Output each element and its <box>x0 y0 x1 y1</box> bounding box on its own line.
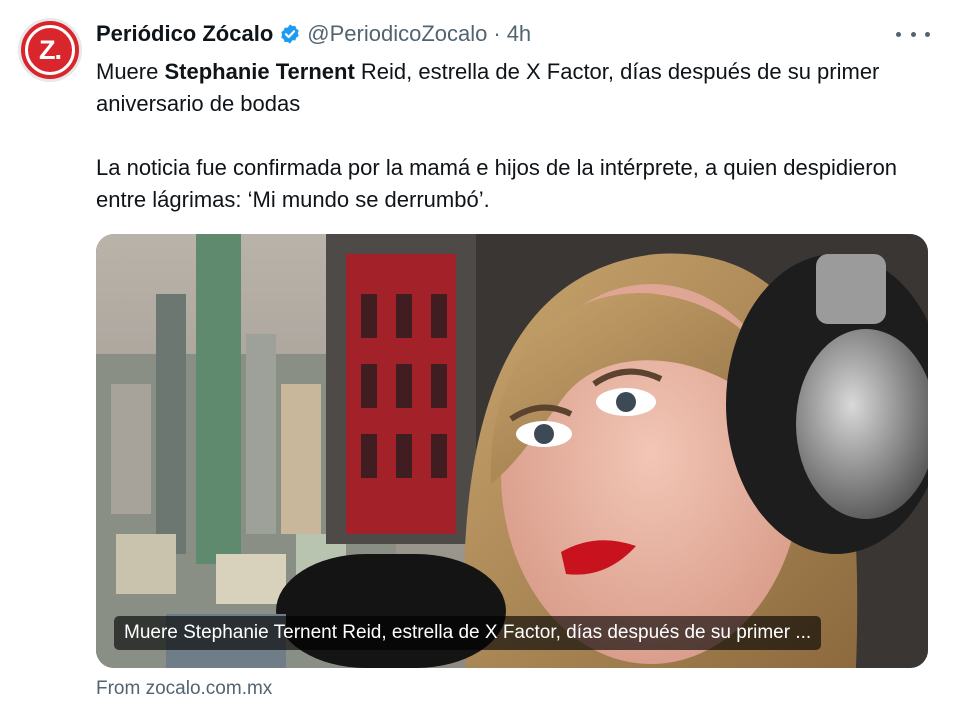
tweet-text: Muere Stephanie Ternent Reid, estrella d… <box>96 56 916 216</box>
tweet-text-part: Muere <box>96 59 165 84</box>
avatar[interactable]: Z. <box>18 18 82 82</box>
separator-dot: · <box>493 21 501 46</box>
avatar-logo: Z. <box>25 25 75 75</box>
more-dot <box>910 31 916 37</box>
tweet-header: Periódico Zócalo @PeriodicoZocalo · 4h <box>96 18 531 50</box>
tweet-paragraph-2: La noticia fue confirmada por la mamá e … <box>96 155 898 212</box>
verified-badge-icon[interactable] <box>279 23 301 45</box>
handle[interactable]: @PeriodicoZocalo <box>307 21 487 47</box>
card-image <box>96 234 928 668</box>
card-source-link[interactable]: From zocalo.com.mx <box>96 678 272 700</box>
tweet-paragraph-1: Muere Stephanie Ternent Reid, estrella d… <box>96 56 916 120</box>
more-dot <box>896 31 901 37</box>
card-caption: Muere Stephanie Ternent Reid, estrella d… <box>114 616 822 650</box>
tweet[interactable]: Z. Periódico Zócalo @PeriodicoZocalo · 4… <box>0 0 960 720</box>
tweet-text-bold: Stephanie Ternent <box>164 59 355 84</box>
link-card[interactable]: Muere Stephanie Ternent Reid, estrella d… <box>96 234 928 668</box>
display-name[interactable]: Periódico Zócalo <box>96 21 273 47</box>
more-options-icon[interactable] <box>896 22 930 46</box>
more-dot <box>925 31 930 37</box>
timestamp[interactable]: 4h <box>507 21 531 47</box>
